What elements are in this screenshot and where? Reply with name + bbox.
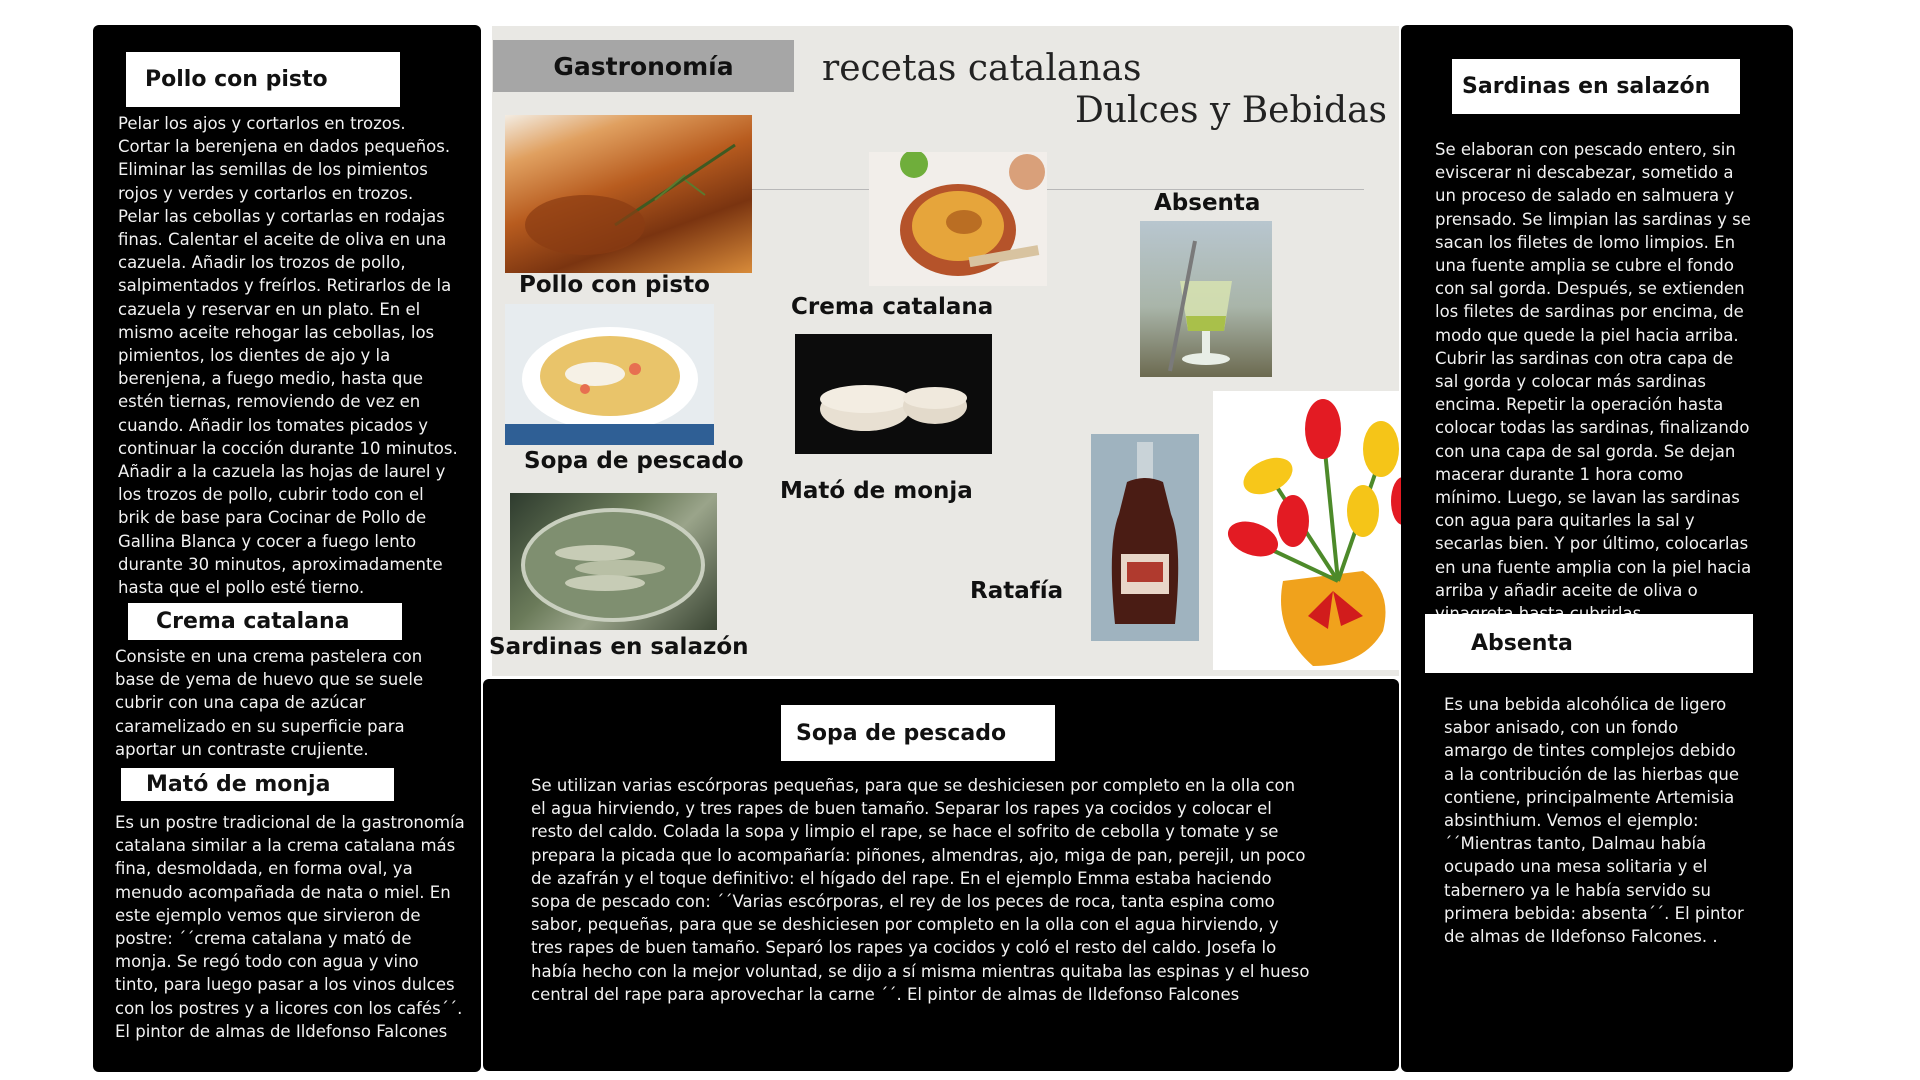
mato-text: Es un postre tradicional de la gastronom… [115, 813, 465, 1041]
absenta-text: Es una bebida alcohólica de ligero sabor… [1444, 695, 1744, 947]
pollo-title-box: Pollo con pisto [126, 52, 400, 107]
bottle-icon [1111, 442, 1179, 624]
sopa-title: Sopa de pescado [796, 720, 1007, 746]
pollo-photo-label: Pollo con pisto [519, 272, 710, 298]
absenta-title-box: Absenta [1425, 614, 1753, 673]
mato-pieces-icon [820, 385, 967, 431]
gastronomia-label: Gastronomía [553, 51, 734, 81]
sardinas-title-box: Sardinas en salazón [1452, 59, 1740, 114]
crema-catalana-photo-icon [869, 152, 1047, 286]
page-subtitle: Dulces y Bebidas [1075, 90, 1388, 131]
mato-cheese-photo-icon [795, 334, 992, 454]
tulip-bouquet-icon [1213, 391, 1418, 670]
pollo-title: Pollo con pisto [145, 67, 328, 92]
sardinas-title: Sardinas en salazón [1462, 74, 1711, 99]
mato-title: Mató de monja [146, 772, 331, 797]
cream-dish-icon [900, 152, 1045, 276]
divider-line [752, 189, 1364, 190]
sardine-tin-icon [521, 508, 705, 622]
crema-title: Crema catalana [156, 609, 350, 634]
fish-soup-photo-icon [505, 304, 714, 445]
absenta-photo-label: Absenta [1154, 190, 1261, 216]
sopa-photo-label: Sopa de pescado [524, 448, 744, 474]
roast-chicken-photo-icon [505, 115, 752, 273]
tulips-vase-icon [1227, 399, 1415, 666]
mato-title-box: Mató de monja [121, 768, 394, 801]
page-title: recetas catalanas [822, 48, 1142, 89]
crema-title-box: Crema catalana [128, 603, 402, 640]
sardinas-photo-label: Sardinas en salazón [489, 634, 749, 660]
salted-sardines-photo-icon [510, 493, 717, 630]
sardinas-text: Se elaboran con pescado entero, sin evis… [1435, 140, 1752, 623]
sopa-text: Se utilizan varias escórporas pequeñas, … [531, 776, 1310, 1004]
ratafia-bottle-photo-icon [1091, 434, 1199, 641]
crema-text: Consiste en una crema pastelera con base… [115, 647, 424, 759]
crema-photo-label: Crema catalana [791, 294, 994, 320]
absinthe-spoon-icon [1168, 240, 1232, 372]
sopa-title-box: Sopa de pescado [781, 705, 1055, 761]
mato-photo-label: Mató de monja [780, 478, 973, 504]
gastronomia-badge: Gastronomía [493, 40, 794, 92]
absenta-title: Absenta [1471, 631, 1573, 656]
absinthe-glass-photo-icon [1140, 221, 1272, 377]
rosemary-sprig-icon [525, 143, 736, 255]
ratafia-photo-label: Ratafía [970, 578, 1064, 604]
soup-bowl-icon [505, 304, 714, 445]
pollo-text: Pelar los ajos y cortarlos en trozos. Co… [118, 114, 458, 598]
